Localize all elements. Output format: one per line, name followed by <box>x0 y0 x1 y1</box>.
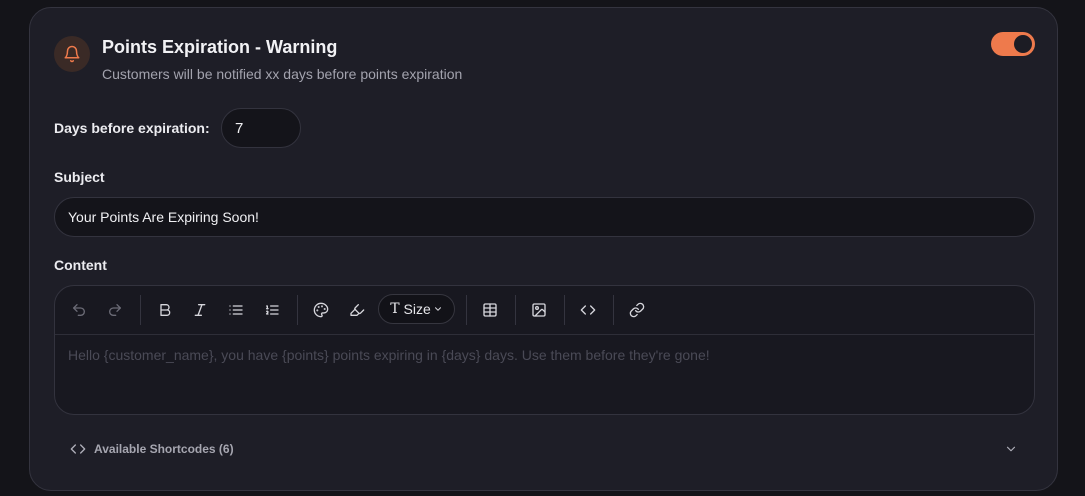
image-icon <box>531 302 547 318</box>
bell-icon-badge <box>54 36 90 72</box>
chevron-down-icon <box>1004 442 1018 456</box>
toolbar-divider <box>515 295 516 325</box>
days-before-expiration-label: Days before expiration: <box>54 120 210 136</box>
toolbar-divider <box>297 295 298 325</box>
content-editor-body[interactable]: Hello {customer_name}, you have {points}… <box>68 347 1021 363</box>
font-size-dropdown[interactable]: T Size <box>378 294 455 324</box>
shortcodes-expand-button[interactable] <box>1002 440 1020 458</box>
undo-icon <box>71 302 87 318</box>
editor-toolbar: T Size <box>55 286 1034 335</box>
highlight-button[interactable] <box>345 298 369 322</box>
redo-icon <box>107 302 123 318</box>
bold-button[interactable] <box>153 298 177 322</box>
available-shortcodes-label: Available Shortcodes (6) <box>94 442 234 456</box>
numbered-list-button[interactable] <box>260 298 284 322</box>
palette-icon <box>313 302 329 318</box>
toolbar-divider <box>466 295 467 325</box>
toggle-knob <box>1014 35 1032 53</box>
subject-input[interactable] <box>54 197 1035 237</box>
text-size-icon: T <box>390 301 400 317</box>
bold-icon <box>157 302 173 318</box>
italic-icon <box>192 302 208 318</box>
code-icon <box>70 441 86 457</box>
toolbar-divider <box>613 295 614 325</box>
card-title: Points Expiration - Warning <box>102 37 338 57</box>
enable-toggle[interactable] <box>991 32 1035 56</box>
content-label: Content <box>54 257 107 273</box>
link-icon <box>629 302 645 318</box>
numbered-list-icon <box>264 302 280 318</box>
chevron-down-icon <box>433 304 443 314</box>
subject-label: Subject <box>54 169 105 185</box>
bullet-list-icon <box>228 302 244 318</box>
available-shortcodes-toggle[interactable]: Available Shortcodes (6) <box>70 440 234 458</box>
font-size-label: Size <box>403 301 431 317</box>
insert-image-button[interactable] <box>527 298 551 322</box>
italic-button[interactable] <box>188 298 212 322</box>
toolbar-divider <box>140 295 141 325</box>
table-icon <box>482 302 498 318</box>
insert-table-button[interactable] <box>478 298 502 322</box>
undo-button[interactable] <box>67 298 91 322</box>
insert-link-button[interactable] <box>625 298 649 322</box>
days-before-expiration-input[interactable] <box>221 108 301 148</box>
text-color-button[interactable] <box>309 298 333 322</box>
bullet-list-button[interactable] <box>224 298 248 322</box>
content-editor: T Size Hello {customer_name}, you have {… <box>54 285 1035 415</box>
code-button[interactable] <box>576 298 600 322</box>
redo-button[interactable] <box>103 298 127 322</box>
code-icon <box>580 302 596 318</box>
notification-card: Points Expiration - Warning Customers wi… <box>29 7 1058 491</box>
toolbar-divider <box>564 295 565 325</box>
highlighter-icon <box>349 302 365 318</box>
bell-icon <box>63 45 81 63</box>
card-subtitle: Customers will be notified xx days befor… <box>102 66 463 82</box>
